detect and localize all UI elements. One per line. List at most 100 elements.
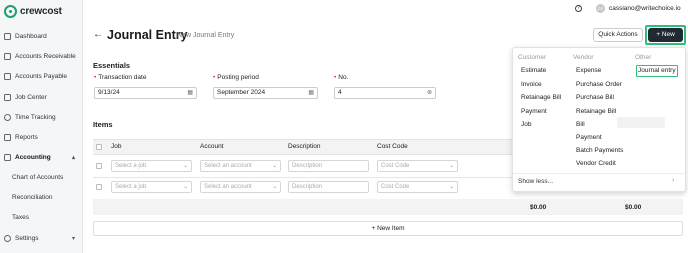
posting-period-label-text: Posting period [217,74,259,81]
chevron-down-icon: ⌄ [272,184,277,190]
sidebar-item-accounting[interactable]: Accounting ▴ [0,149,83,165]
account-placeholder: Select an account [204,163,252,169]
menu-item-payment-customer[interactable]: Payment [521,108,547,115]
clock-icon [4,113,11,121]
user-email[interactable]: cassiano@writechoice.io [609,5,681,12]
menu-column-other: Other [635,54,652,61]
number-field[interactable]: 4 ⊗ [334,87,436,99]
new-button[interactable]: + New [648,28,683,42]
description-input[interactable]: Description [288,160,369,172]
page-title: Journal Entry [107,28,188,42]
help-icon[interactable]: ? [575,5,582,12]
cost-code-select[interactable]: Cost Code ⌄ [377,181,458,193]
page-subtitle: New Journal Entry [177,32,235,39]
posting-period-label: • Posting period [213,74,259,81]
essentials-section-title: Essentials [93,61,131,70]
avatar[interactable]: CE [596,4,605,13]
menu-item-job[interactable]: Job [521,121,531,128]
new-item-button[interactable]: + New Item [93,221,683,236]
menu-item-purchase-order[interactable]: Purchase Order [576,81,622,88]
chevron-down-icon: ⌄ [449,184,454,190]
job-select[interactable]: Select a job ⌄ [111,181,192,193]
required-marker: • [94,74,97,81]
quick-actions-button[interactable]: Quick Actions [593,28,643,42]
cost-code-select[interactable]: Cost Code ⌄ [377,160,458,172]
sidebar-item-label: Accounting [15,153,51,161]
column-header-description: Description [288,143,321,150]
number-label-text: No. [338,74,349,81]
chevron-up-icon: ▴ [71,154,75,161]
transaction-date-field[interactable]: 9/13/24 ▦ [94,87,197,99]
number-value: 4 [338,89,342,96]
chevron-down-icon: ⌄ [449,163,454,169]
crewcost-logo-icon [4,5,17,18]
menu-item-expense[interactable]: Expense [576,67,601,74]
totals-row [93,199,683,215]
column-header-job: Job [111,143,122,150]
menu-hover-background [617,117,665,128]
menu-item-purchase-bill[interactable]: Purchase Bill [576,94,614,101]
menu-item-vendor-credit[interactable]: Vendor Credit [576,160,616,167]
required-marker: • [334,74,337,81]
total-debit: $0.00 [530,204,547,211]
calendar-icon: ▦ [308,90,314,96]
menu-item-invoice[interactable]: Invoice [521,81,542,88]
posting-period-value: September 2024 [217,89,266,96]
chevron-down-icon: ⌄ [183,184,188,190]
posting-period-field[interactable]: September 2024 ▦ [213,87,318,99]
menu-item-batch-payments[interactable]: Batch Payments [576,147,623,154]
items-section-title: Items [93,120,113,129]
description-input[interactable]: Description [288,181,369,193]
sidebar-item-accounts-payable[interactable]: Accounts Payable [0,68,83,84]
account-select[interactable]: Select an account ⌄ [200,181,281,193]
sidebar-item-reports[interactable]: Reports [0,129,83,145]
sidebar-subitem-taxes[interactable]: Taxes [12,214,29,221]
reports-icon [4,133,11,141]
sidebar-item-label: Settings [15,234,39,242]
number-label: • No. [334,74,348,81]
menu-column-vendor: Vendor [573,54,594,61]
menu-item-estimate[interactable]: Estimate [521,67,546,74]
accounting-icon [4,153,11,161]
sidebar-item-settings[interactable]: Settings ▾ [0,230,83,246]
chevron-down-icon: ⌄ [183,163,188,169]
chevron-down-icon: ▾ [71,235,75,242]
sidebar-item-job-center[interactable]: Job Center [0,89,83,105]
dashboard-icon [4,32,11,40]
sidebar-item-label: Accounts Payable [15,72,68,80]
sidebar-item-label: Dashboard [15,32,47,40]
back-arrow-icon[interactable]: ← [93,29,103,40]
sidebar-item-time-tracking[interactable]: Time Tracking [0,109,83,125]
menu-item-retainage-bill-vendor[interactable]: Retainage Bill [576,108,616,115]
job-center-icon [4,93,11,101]
row-checkbox[interactable] [96,163,102,169]
sidebar-item-dashboard[interactable]: Dashboard [0,28,83,44]
sidebar-item-accounts-receivable[interactable]: Accounts Receivable [0,48,83,64]
cost-code-placeholder: Cost Code [381,184,410,190]
job-select[interactable]: Select a job ⌄ [111,160,192,172]
column-header-account: Account [200,143,224,150]
sidebar-item-label: Reports [15,133,38,141]
receivable-icon [4,52,11,60]
sidebar: crewcost Dashboard Accounts Receivable A… [0,0,83,253]
account-placeholder: Select an account [204,184,252,190]
job-placeholder: Select a job [115,184,147,190]
select-all-checkbox[interactable] [96,144,102,150]
transaction-date-label: • Transaction date [94,74,146,81]
show-less-link[interactable]: Show less... [518,178,553,185]
gear-icon [4,234,11,242]
description-placeholder: Description [292,163,323,169]
sidebar-item-label: Job Center [15,93,47,101]
menu-divider [513,173,685,174]
menu-item-bill[interactable]: Bill [576,121,585,128]
sidebar-subitem-reconciliation[interactable]: Reconciliation [12,194,52,201]
menu-item-retainage-bill-customer[interactable]: Retainage Bill [521,94,561,101]
row-checkbox[interactable] [96,184,102,190]
brand-logo[interactable]: crewcost [4,5,62,18]
menu-item-payment-vendor[interactable]: Payment [576,134,602,141]
sidebar-subitem-chart-of-accounts[interactable]: Chart of Accounts [12,174,63,181]
menu-item-journal-entry[interactable]: Journal entry [638,67,676,74]
calendar-icon: ▦ [187,90,193,96]
clear-icon[interactable]: ⊗ [427,88,432,98]
account-select[interactable]: Select an account ⌄ [200,160,281,172]
